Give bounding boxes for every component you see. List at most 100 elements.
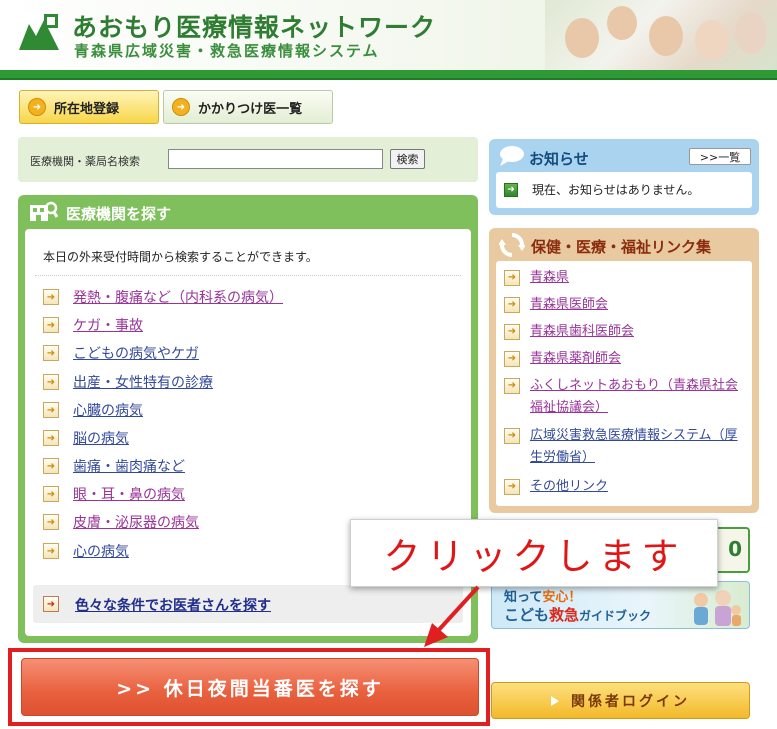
site-subtitle: 青森県広域災害・救急医療情報システム <box>74 42 380 60</box>
location-register-label: 所在地登録 <box>54 101 120 117</box>
site-title: あおもり医療情報ネットワーク <box>72 13 437 42</box>
link-dental-association[interactable]: 青森県歯科医師会 <box>530 321 634 343</box>
link-aomori-pref[interactable]: 青森県 <box>530 267 569 289</box>
category-link[interactable]: 脳の病気 <box>73 428 129 448</box>
arrow-right-icon: ➜ <box>504 270 520 286</box>
link-pharmacist-association[interactable]: 青森県薬剤師会 <box>530 348 621 370</box>
building-search-icon <box>30 201 58 221</box>
arrow-right-icon: ➜ <box>504 297 520 313</box>
header-green-bar <box>0 70 777 80</box>
search-button[interactable]: 検索 <box>390 149 425 169</box>
family-doctor-list-label: かかりつけ医一覧 <box>198 101 303 117</box>
link-item[interactable]: ➜ 広域災害救急医療情報システム（厚生労働省） <box>504 425 744 469</box>
search-label: 医療機関・薬局名検索 <box>30 155 140 168</box>
arrow-right-icon: ➜ <box>43 345 59 361</box>
link-medical-association[interactable]: 青森県医師会 <box>530 294 608 316</box>
category-item[interactable]: ➜ こどもの病気やケガ <box>43 343 199 363</box>
location-register-button[interactable]: ➜ 所在地登録 <box>19 90 159 124</box>
link-other[interactable]: その他リンク <box>530 476 608 498</box>
banner-text: 安心！ <box>542 590 582 605</box>
staff-login-label: 関係者ログイン <box>571 693 690 710</box>
category-item[interactable]: ➜ 脳の病気 <box>43 428 129 448</box>
header-family-photo <box>545 0 777 70</box>
child-emergency-guidebook-banner[interactable]: 知って安心！ こども救急ガイドブック <box>491 581 750 629</box>
staff-login-button[interactable]: 関係者ログイン <box>491 682 750 719</box>
link-item[interactable]: ➜ 青森県 <box>504 267 569 289</box>
banner-text: 知って <box>504 590 543 605</box>
aomori-logo-icon <box>14 10 64 58</box>
play-triangle-icon <box>551 695 559 706</box>
category-link[interactable]: 発熱・腹痛など（内科系の病気） <box>73 287 283 307</box>
notices-panel: お知らせ >>一覧 ➜ 現在、お知らせはありません。 <box>489 139 759 215</box>
family-doctor-list-button[interactable]: ➜ かかりつけ医一覧 <box>163 90 333 124</box>
facility-search-box: 医療機関・薬局名検索 検索 <box>18 137 478 182</box>
category-link[interactable]: 心の病気 <box>73 541 129 561</box>
speech-bubble-icon <box>500 146 524 166</box>
annotation-text: クリックします <box>383 535 685 578</box>
links-panel: 保健・医療・福祉リンク集 ➜ 青森県 ➜ 青森県医師会 ➜ 青森県歯科医師会 ➜… <box>489 228 759 513</box>
links-body: ➜ 青森県 ➜ 青森県医師会 ➜ 青森県歯科医師会 ➜ 青森県薬剤師会 ➜ ふく… <box>496 261 752 506</box>
notice-item: ➜ 現在、お知らせはありません。 <box>504 181 699 198</box>
category-link[interactable]: 出産・女性特有の診療 <box>73 372 213 392</box>
category-item[interactable]: ➜ 心の病気 <box>43 541 129 561</box>
search-by-conditions-row[interactable]: ➜ 色々な条件でお医者さんを探す <box>33 585 463 623</box>
link-welfare-council[interactable]: ふくしネットあおもり（青森県社会福祉協議会） <box>530 375 740 419</box>
category-link[interactable]: 心臓の病気 <box>73 400 143 420</box>
category-link[interactable]: 眼・耳・鼻の病気 <box>73 484 185 504</box>
intro-text: 本日の外来受付時間から検索することができます。 <box>43 250 318 264</box>
arrow-right-icon: ➜ <box>43 430 59 446</box>
category-link[interactable]: 皮膚・泌尿器の病気 <box>73 512 199 532</box>
annotation-callout: クリックします <box>350 519 718 587</box>
category-link[interactable]: こどもの病気やケガ <box>73 343 199 363</box>
banner-text: こども <box>504 606 550 624</box>
category-link[interactable]: ケガ・事故 <box>73 315 143 335</box>
link-item[interactable]: ➜ ふくしネットあおもり（青森県社会福祉協議会） <box>504 375 744 419</box>
arrow-right-icon: ➜ <box>504 479 520 495</box>
notices-body: ➜ 現在、お知らせはありません。 <box>496 172 752 208</box>
category-item[interactable]: ➜ 心臓の病気 <box>43 400 143 420</box>
arrow-right-icon: ➜ <box>43 317 59 333</box>
links-title: 保健・医療・福祉リンク集 <box>531 238 712 256</box>
category-item[interactable]: ➜ 発熱・腹痛など（内科系の病気） <box>43 287 283 307</box>
arrow-right-icon: ➜ <box>43 458 59 474</box>
arrow-right-icon: ➜ <box>43 514 59 530</box>
arrow-right-icon: ➜ <box>172 98 190 116</box>
notices-list-button[interactable]: >>一覧 <box>689 148 751 165</box>
category-link[interactable]: 歯痛・歯肉痛など <box>73 456 185 476</box>
find-facility-title: 医療機関を探す <box>66 205 172 223</box>
facility-search-input[interactable] <box>168 149 383 169</box>
banner-line1: 知って安心！ <box>504 586 581 605</box>
arrow-right-icon: ➜ <box>504 428 520 444</box>
arrow-right-icon: ➜ <box>504 351 520 367</box>
banner-text: ガイドブック <box>579 609 652 623</box>
annotation-highlight-frame <box>8 648 490 726</box>
arrow-right-icon: ➜ <box>504 182 518 197</box>
arrow-right-icon: ➜ <box>43 289 59 305</box>
arrow-right-icon: ➜ <box>28 98 46 116</box>
arrow-right-icon: ➜ <box>43 596 59 612</box>
site-header: あおもり医療情報ネットワーク 青森県広域災害・救急医療情報システム <box>0 0 777 70</box>
arrow-right-icon: ➜ <box>43 402 59 418</box>
category-item[interactable]: ➜ 皮膚・泌尿器の病気 <box>43 512 199 532</box>
link-emis[interactable]: 広域災害救急医療情報システム（厚生労働省） <box>530 425 744 469</box>
arrow-right-icon: ➜ <box>504 378 520 394</box>
arrow-right-icon: ➜ <box>504 324 520 340</box>
link-item[interactable]: ➜ その他リンク <box>504 476 608 498</box>
category-item[interactable]: ➜ 出産・女性特有の診療 <box>43 372 213 392</box>
banner-text: 救急 <box>549 606 580 624</box>
annotation-arrow-icon <box>424 585 480 647</box>
link-item[interactable]: ➜ 青森県歯科医師会 <box>504 321 634 343</box>
arrow-right-icon: ➜ <box>43 486 59 502</box>
arrow-right-icon: ➜ <box>43 374 59 390</box>
category-item[interactable]: ➜ ケガ・事故 <box>43 315 143 335</box>
refresh-arrows-icon <box>499 233 525 257</box>
notices-title: お知らせ <box>529 150 589 168</box>
banner-line2: こども救急ガイドブック <box>504 604 651 625</box>
category-item[interactable]: ➜ 歯痛・歯肉痛など <box>43 456 185 476</box>
search-by-conditions-link[interactable]: 色々な条件でお医者さんを探す <box>75 595 271 615</box>
banner-partial-number: 0 <box>728 537 742 561</box>
category-item[interactable]: ➜ 眼・耳・鼻の病気 <box>43 484 185 504</box>
link-item[interactable]: ➜ 青森県医師会 <box>504 294 608 316</box>
link-item[interactable]: ➜ 青森県薬剤師会 <box>504 348 621 370</box>
divider <box>35 275 461 276</box>
